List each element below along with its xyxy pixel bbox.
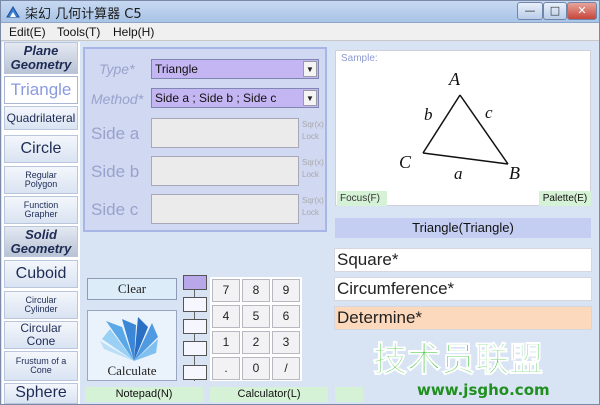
side-b-input[interactable]: [151, 156, 299, 186]
side-c-label: Side c: [91, 200, 139, 219]
plane-geometry-header: Plane Geometry: [4, 42, 78, 74]
sample-panel: Sample: A B C a b c Focus(F) Palette(E): [335, 50, 591, 206]
menu-tools[interactable]: Tools(T): [57, 25, 100, 39]
stack-slot[interactable]: [183, 365, 207, 380]
title-bar: 柒幻 几何计算器 C5 — □ ✕: [1, 1, 599, 23]
close-button[interactable]: ✕: [567, 2, 597, 20]
side-b-label: Side b: [91, 162, 140, 181]
side-c-letter: c: [485, 103, 493, 122]
calculate-fan-icon: [100, 317, 158, 361]
side-c-input[interactable]: [151, 194, 299, 224]
menu-bar: Edit(E) Tools(T) Help(H): [1, 23, 599, 41]
key-4[interactable]: 4: [212, 305, 240, 328]
app-window: 柒幻 几何计算器 C5 — □ ✕ Edit(E) Tools(T) Help(…: [0, 0, 600, 405]
result-determine[interactable]: Determine*: [334, 306, 592, 330]
method-select-value: Side a ; Side b ; Side c: [155, 91, 277, 105]
notepad-button[interactable]: Notepad(N): [85, 387, 203, 402]
key-slash[interactable]: /: [272, 357, 300, 380]
window-title: 柒幻 几何计算器 C5: [25, 7, 142, 22]
side-a-sqr-toggle[interactable]: Sqr(x) Lock: [302, 119, 324, 143]
nav-item-circular-cone[interactable]: Circular Cone: [4, 321, 78, 349]
watermark-graphic: 技术员联盟 www.jsgho.com: [373, 340, 550, 400]
chevron-down-icon[interactable]: ▼: [303, 61, 317, 77]
sqr-label: Sqr(x): [302, 158, 324, 167]
watermark-logo: 技术员联盟 www.jsgho.com: [365, 335, 597, 403]
key-2[interactable]: 2: [242, 331, 270, 354]
result-square[interactable]: Square*: [334, 248, 592, 272]
lock-label[interactable]: Lock: [302, 208, 319, 217]
key-9[interactable]: 9: [272, 279, 300, 302]
sqr-label: Sqr(x): [302, 196, 324, 205]
lock-label[interactable]: Lock: [302, 170, 319, 179]
vertex-c-label: C: [399, 152, 412, 172]
nav-item-frustum-of-a-cone[interactable]: Frustum of a Cone: [4, 351, 78, 381]
maximize-button[interactable]: □: [543, 2, 567, 20]
vertex-a-label: A: [448, 69, 461, 89]
result-circumference[interactable]: Circumference*: [334, 277, 592, 301]
side-c-sqr-toggle[interactable]: Sqr(x) Lock: [302, 195, 324, 219]
key-1[interactable]: 1: [212, 331, 240, 354]
app-logo-icon: [6, 6, 20, 18]
side-b-letter: b: [424, 105, 433, 124]
vertex-b-label: B: [509, 163, 520, 183]
stack-slot[interactable]: [183, 297, 207, 312]
stack-slot[interactable]: [183, 275, 207, 290]
memory-stack: [183, 275, 209, 381]
nav-item-regular-polygon[interactable]: Regular Polygon: [4, 166, 78, 194]
number-keypad: 7 8 9 4 5 6 1 2 3 . 0 /: [210, 277, 302, 381]
sqr-label: Sqr(x): [302, 120, 324, 129]
menu-edit[interactable]: Edit(E): [9, 25, 46, 39]
nav-item-quadrilateral[interactable]: Quadrilateral: [4, 106, 78, 130]
key-6[interactable]: 6: [272, 305, 300, 328]
calculate-label: Calculate: [107, 363, 157, 378]
method-label: Method*: [91, 91, 144, 107]
triangle-side-a: [422, 152, 509, 165]
nav-item-circle[interactable]: Circle: [4, 135, 78, 163]
triangle-diagram: A B C a b c: [399, 69, 520, 183]
clear-button[interactable]: Clear: [87, 278, 177, 300]
side-a-input[interactable]: [151, 118, 299, 148]
focus-button[interactable]: Focus(F): [337, 191, 387, 206]
minimize-button[interactable]: —: [517, 2, 543, 20]
key-5[interactable]: 5: [242, 305, 270, 328]
solid-geometry-header: Solid Geometry: [4, 226, 78, 257]
key-3[interactable]: 3: [272, 331, 300, 354]
menu-help[interactable]: Help(H): [113, 25, 154, 39]
side-b-sqr-toggle[interactable]: Sqr(x) Lock: [302, 157, 324, 181]
watermark-url: www.jsgho.com: [417, 381, 550, 399]
key-0[interactable]: 0: [242, 357, 270, 380]
watermark-text: 技术员联盟: [373, 340, 543, 380]
chevron-down-icon[interactable]: ▼: [303, 90, 317, 106]
side-a-label: Side a: [91, 124, 140, 143]
calculator-button[interactable]: Calculator(L): [210, 387, 328, 402]
type-select[interactable]: Triangle ▼: [151, 59, 319, 79]
key-decimal[interactable]: .: [212, 357, 240, 380]
key-7[interactable]: 7: [212, 279, 240, 302]
nav-item-circular-cylinder[interactable]: Circular Cylinder: [4, 291, 78, 319]
nav-item-sphere[interactable]: Sphere: [4, 383, 78, 404]
input-panel: Type* Triangle ▼ Method* Side a ; Side b…: [83, 47, 327, 232]
palette-button[interactable]: Palette(E): [539, 191, 591, 206]
lock-label[interactable]: Lock: [302, 132, 319, 141]
nav-item-function-grapher[interactable]: Function Grapher: [4, 196, 78, 224]
method-select[interactable]: Side a ; Side b ; Side c ▼: [151, 88, 319, 108]
side-a-letter: a: [454, 164, 463, 183]
triangle-side-c: [459, 94, 509, 165]
type-select-value: Triangle: [155, 62, 198, 76]
shape-sidebar: Plane Geometry Triangle Quadrilateral Ci…: [2, 42, 80, 404]
nav-item-triangle[interactable]: Triangle: [4, 76, 78, 104]
shape-title-bar: Triangle(Triangle): [335, 218, 591, 238]
key-8[interactable]: 8: [242, 279, 270, 302]
stack-slot[interactable]: [183, 341, 207, 356]
stack-slot[interactable]: [183, 319, 207, 334]
triangle-side-b: [422, 94, 461, 154]
nav-item-cuboid[interactable]: Cuboid: [4, 260, 78, 288]
calculate-button[interactable]: Calculate: [87, 310, 177, 381]
status-strip: [335, 387, 363, 402]
type-label: Type*: [99, 61, 135, 77]
